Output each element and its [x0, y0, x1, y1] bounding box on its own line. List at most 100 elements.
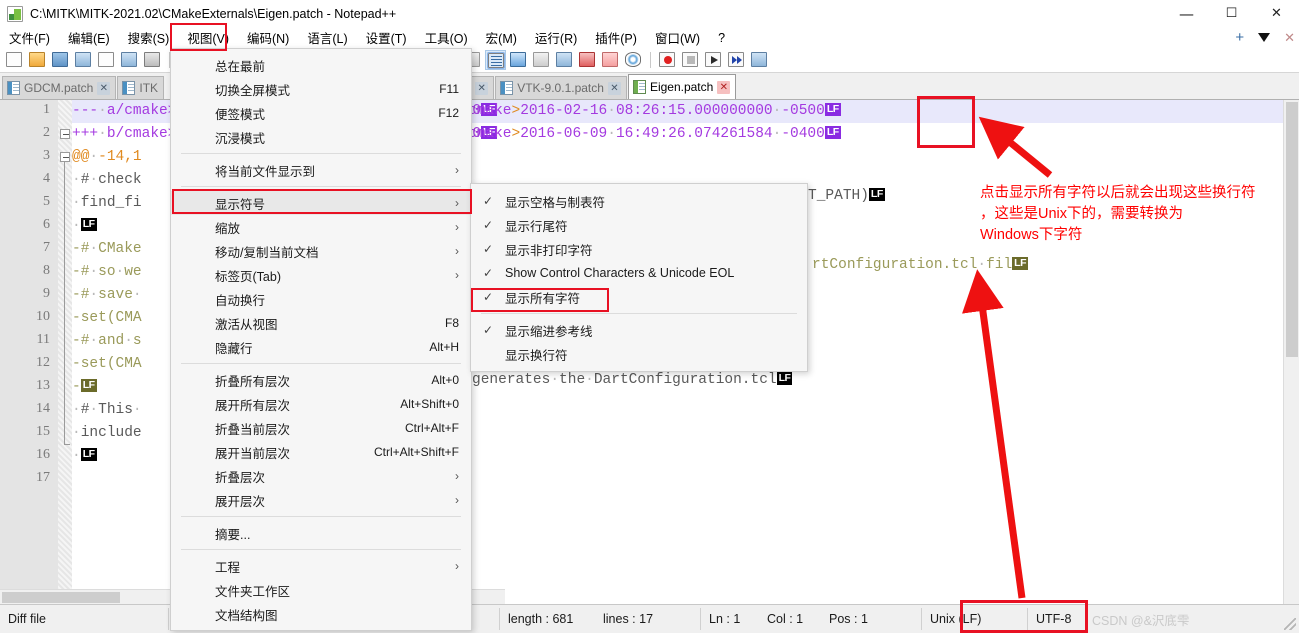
vertical-scrollbar[interactable] — [1283, 100, 1299, 604]
user-lang-icon[interactable] — [531, 50, 552, 70]
show-symbol-item-0[interactable]: ✓显示空格与制表符 — [471, 189, 807, 213]
play-macro-icon[interactable] — [703, 50, 724, 70]
show-symbol-item-6[interactable]: 显示换行符 — [471, 342, 807, 366]
view-menu-item-19[interactable]: 工程› — [171, 554, 471, 578]
view-menu-item-15[interactable]: 展开当前层次Ctrl+Alt+Shift+F — [171, 440, 471, 464]
close-button[interactable]: ✕ — [1254, 0, 1299, 27]
status-eol-mode[interactable]: Unix (LF) — [922, 605, 1027, 633]
view-menu-item-13[interactable]: 展开所有层次Alt+Shift+0 — [171, 392, 471, 416]
fold-margin[interactable] — [58, 100, 72, 604]
menu-view[interactable]: 视图(V) — [178, 26, 238, 49]
save-icon[interactable] — [50, 50, 71, 70]
view-menu-item-20[interactable]: 文件夹工作区 — [171, 578, 471, 602]
menu-encoding[interactable]: 编码(N) — [238, 26, 298, 49]
status-encoding[interactable]: UTF-8 — [1028, 605, 1084, 633]
menu-window[interactable]: 窗口(W) — [646, 26, 709, 49]
tab-itk[interactable]: ITK — [117, 76, 164, 99]
function-list-icon[interactable] — [577, 50, 598, 70]
view-menu-item-12[interactable]: 折叠所有层次Alt+0 — [171, 368, 471, 392]
tab-close-icon[interactable]: ✕ — [475, 82, 488, 95]
show-symbol-item-4[interactable]: ✓显示所有字符 — [471, 285, 807, 309]
show-all-characters-icon[interactable] — [485, 50, 506, 70]
menu-item-accelerator: Ctrl+Alt+F — [405, 421, 459, 435]
status-pos: Pos : 1 — [821, 605, 921, 633]
record-macro-icon[interactable] — [657, 50, 678, 70]
close-all-icon[interactable] — [119, 50, 140, 70]
code-fragment: generates·the·DartConfiguration.tclLF — [472, 369, 792, 392]
view-menu-item-2[interactable]: 便签模式F12 — [171, 101, 471, 125]
line-number: 3 — [0, 148, 50, 164]
view-dropdown-menu[interactable]: 总在最前切换全屏模式F11便签模式F12沉浸模式将当前文件显示到› 显示符号›缩放… — [170, 48, 472, 631]
view-menu-item-1[interactable]: 切换全屏模式F11 — [171, 77, 471, 101]
tab-close-icon[interactable]: ✕ — [717, 81, 730, 94]
save-macro-icon[interactable] — [749, 50, 770, 70]
menu-search[interactable]: 搜索(S) — [119, 26, 179, 49]
open-file-icon[interactable] — [27, 50, 48, 70]
monitoring-icon[interactable] — [623, 50, 644, 70]
menu-edit[interactable]: 编辑(E) — [59, 26, 119, 49]
menu-file[interactable]: 文件(F) — [0, 26, 59, 49]
view-menu-item-11[interactable]: 隐藏行Alt+H — [171, 335, 471, 359]
run-multiple-macro-icon[interactable] — [726, 50, 747, 70]
view-menu-item-18[interactable]: 摘要... — [171, 521, 471, 545]
menu-language[interactable]: 语言(L) — [298, 26, 356, 49]
line-number: 8 — [0, 263, 50, 279]
tab-eigen-patch[interactable]: Eigen.patch ✕ — [628, 74, 736, 99]
view-menu-item-9[interactable]: 自动换行 — [171, 287, 471, 311]
view-menu-item-14[interactable]: 折叠当前层次Ctrl+Alt+F — [171, 416, 471, 440]
tab-close-icon[interactable]: ✕ — [97, 82, 110, 95]
print-icon[interactable] — [142, 50, 163, 70]
view-menu-item-3[interactable]: 沉浸模式 — [171, 125, 471, 149]
menu-macro[interactable]: 宏(M) — [477, 26, 526, 49]
tab-vtk-patch[interactable]: VTK-9.0.1.patch ✕ — [495, 76, 627, 99]
menu-run[interactable]: 运行(R) — [526, 26, 586, 49]
tab-gdcm-patch[interactable]: GDCM.patch ✕ — [2, 76, 116, 99]
show-symbol-item-1[interactable]: ✓显示行尾符 — [471, 213, 807, 237]
view-menu-item-6[interactable]: 缩放› — [171, 215, 471, 239]
show-symbol-item-3[interactable]: ✓Show Control Characters & Unicode EOL — [471, 261, 807, 285]
view-menu-item-0[interactable]: 总在最前 — [171, 53, 471, 77]
new-tab-icon[interactable]: + — [1235, 29, 1244, 46]
view-menu-item-10[interactable]: 激活从视图F8 — [171, 311, 471, 335]
show-symbol-item-5[interactable]: ✓显示缩进参考线 — [471, 318, 807, 342]
save-all-icon[interactable] — [73, 50, 94, 70]
doc-map-icon[interactable] — [554, 50, 575, 70]
show-symbol-submenu[interactable]: ✓显示空格与制表符✓显示行尾符✓显示非打印字符✓Show Control Cha… — [470, 183, 808, 372]
chevron-down-icon[interactable] — [1258, 33, 1270, 42]
menu-item-accelerator: Alt+Shift+0 — [400, 397, 459, 411]
tab-close-icon[interactable]: ✕ — [608, 82, 621, 95]
line-number-gutter: 1234567891011121314151617 — [0, 100, 58, 604]
view-menu-item-16[interactable]: 折叠层次› — [171, 464, 471, 488]
show-symbol-item-2[interactable]: ✓显示非打印字符 — [471, 237, 807, 261]
folder-workspace-icon[interactable] — [600, 50, 621, 70]
view-menu-item-8[interactable]: 标签页(Tab)› — [171, 263, 471, 287]
fold-box[interactable] — [60, 152, 70, 162]
resize-grip-icon[interactable] — [1284, 618, 1296, 630]
view-menu-item-5[interactable]: 显示符号› — [171, 191, 471, 215]
view-menu-item-4[interactable]: 将当前文件显示到› — [171, 158, 471, 182]
maximize-button[interactable]: ☐ — [1209, 0, 1254, 27]
tab-label: GDCM.patch — [24, 81, 93, 95]
minimize-button[interactable]: — — [1164, 0, 1209, 27]
title-bar: C:\MITK\MITK-2021.02\CMakeExternals\Eige… — [0, 0, 1299, 27]
code-line: @@·-14,1 — [72, 146, 142, 169]
fold-box[interactable] — [60, 129, 70, 139]
view-menu-item-7[interactable]: 移动/复制当前文档› — [171, 239, 471, 263]
indent-guide-icon[interactable] — [508, 50, 529, 70]
new-file-icon[interactable] — [4, 50, 25, 70]
view-menu-item-21[interactable]: 文档结构图 — [171, 602, 471, 626]
line-number: 13 — [0, 378, 50, 394]
file-icon — [633, 80, 646, 94]
horizontal-scroll-thumb[interactable] — [2, 592, 120, 603]
close-tab-icon[interactable]: ✕ — [1284, 30, 1295, 46]
code-line: -#·save· — [72, 284, 142, 307]
menu-item-label: Show Control Characters & Unicode EOL — [505, 266, 734, 280]
stop-macro-icon[interactable] — [680, 50, 701, 70]
menu-plugins[interactable]: 插件(P) — [586, 26, 646, 49]
menu-help[interactable]: ? — [709, 29, 734, 47]
eol-marker: LF — [1012, 257, 1028, 270]
view-menu-item-17[interactable]: 展开层次› — [171, 488, 471, 512]
menu-settings[interactable]: 设置(T) — [357, 26, 416, 49]
close-file-icon[interactable] — [96, 50, 117, 70]
menu-tools[interactable]: 工具(O) — [416, 26, 477, 49]
